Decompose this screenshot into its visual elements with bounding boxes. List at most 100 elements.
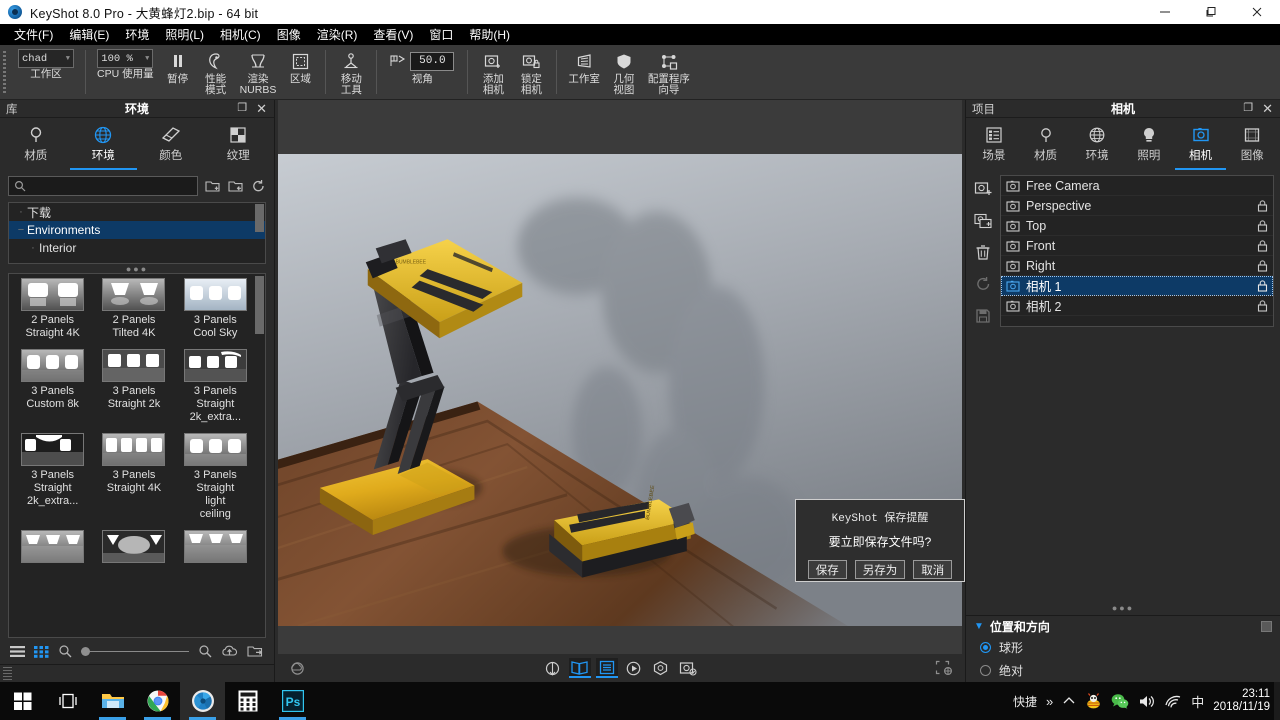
config-wizard-button[interactable]: 配置程序 向导 — [645, 49, 693, 96]
save-as-button[interactable]: 另存为 — [855, 560, 906, 579]
performance-mode-button[interactable]: 性能 模式 — [199, 49, 233, 96]
library-grid-scrollbar[interactable] — [255, 276, 264, 334]
undock-icon[interactable]: ❐ — [1243, 103, 1253, 114]
studio-button[interactable]: 工作室 — [565, 49, 603, 85]
list-item[interactable]: 3 Panels Custom 8k — [13, 349, 92, 433]
list-item[interactable] — [13, 530, 92, 563]
status-grip[interactable] — [3, 667, 12, 681]
menu-edit[interactable]: 编辑(E) — [61, 24, 117, 45]
move-tool-button[interactable]: 移动 工具 — [334, 49, 368, 96]
pause-button[interactable]: 暂停 — [161, 49, 195, 85]
camera-flip-button[interactable] — [542, 658, 564, 678]
chevron-up-icon[interactable] — [1062, 695, 1076, 707]
menu-environment[interactable]: 环境 — [117, 24, 157, 45]
file-explorer-icon[interactable] — [90, 682, 135, 720]
lock-camera-button[interactable]: 锁定 相机 — [514, 49, 548, 96]
section-header[interactable]: ▼ 位置和方向 — [966, 616, 1280, 636]
tab-texture[interactable]: 纹理 — [205, 118, 273, 170]
chrome-icon[interactable] — [135, 682, 180, 720]
zoom-in-icon[interactable] — [198, 644, 212, 658]
show-desktop-button[interactable] — [1274, 682, 1280, 720]
grid-view-icon[interactable] — [34, 645, 49, 658]
table-row[interactable]: Top — [1001, 216, 1273, 236]
delete-camera-icon[interactable] — [975, 241, 991, 263]
region-button[interactable]: 区域 — [283, 49, 317, 85]
volume-icon[interactable] — [1138, 694, 1155, 709]
tree-node-interior[interactable]: · Interior — [9, 239, 265, 257]
list-item[interactable]: 2 Panels Straight 4K — [13, 278, 92, 349]
project-splitter-handle[interactable]: ●●● — [966, 603, 1280, 613]
lock-icon[interactable] — [1257, 280, 1268, 292]
ime-indicator[interactable]: 中 — [1191, 692, 1204, 711]
tab-material[interactable]: 材质 — [1020, 118, 1072, 170]
add-camera-icon[interactable] — [974, 177, 993, 199]
radio-button[interactable] — [980, 642, 991, 653]
toolbar-grip[interactable] — [0, 49, 9, 95]
windows-start-icon[interactable] — [0, 682, 45, 720]
tab-lighting[interactable]: 照明 — [1123, 118, 1175, 170]
toggle-library-button[interactable] — [569, 658, 591, 678]
fov-control[interactable]: 50.0 视角 — [385, 49, 459, 85]
section-toggle-box[interactable] — [1261, 621, 1272, 632]
list-item[interactable]: 3 Panels Straight 2k_extra... — [176, 349, 255, 433]
list-item[interactable]: 2 Panels Tilted 4K — [94, 278, 173, 349]
tab-image[interactable]: 图像 — [1226, 118, 1278, 170]
keyshot-icon[interactable] — [180, 682, 225, 720]
slider-knob[interactable] — [81, 647, 90, 656]
list-item[interactable]: 3 Panels Straight light ceiling — [176, 433, 255, 530]
table-row[interactable]: Free Camera — [1001, 176, 1273, 196]
lock-icon[interactable] — [1257, 240, 1268, 252]
calculator-icon[interactable] — [225, 682, 270, 720]
cpu-usage-combo[interactable]: 100 % ▼ — [97, 49, 153, 68]
table-row[interactable]: 相机 1 — [1001, 276, 1273, 296]
workspace-control[interactable]: chad ▼ 工作区 — [15, 49, 77, 80]
lock-icon[interactable] — [1257, 220, 1268, 232]
tree-scrollbar[interactable] — [255, 204, 264, 232]
tab-camera[interactable]: 相机 — [1175, 118, 1227, 170]
geometry-view-button[interactable]: 几何 视图 — [607, 49, 641, 96]
photoshop-icon[interactable]: Ps — [270, 682, 315, 720]
lock-icon[interactable] — [1257, 300, 1268, 312]
render-camera-button[interactable] — [677, 658, 699, 678]
table-row[interactable]: 相机 2 — [1001, 296, 1273, 316]
lock-icon[interactable] — [1257, 260, 1268, 272]
list-item[interactable]: 3 Panels Straight 4K — [94, 433, 173, 530]
menu-image[interactable]: 图像 — [269, 24, 309, 45]
undock-icon[interactable]: ❐ — [237, 103, 247, 114]
lock-icon[interactable] — [1257, 200, 1268, 212]
table-row[interactable]: Front — [1001, 236, 1273, 256]
table-row[interactable]: Perspective — [1001, 196, 1273, 216]
screenshot-region-icon[interactable] — [935, 660, 953, 676]
tray-shortcut-label[interactable]: 快捷 — [1013, 693, 1037, 710]
save-camera-icon[interactable] — [975, 305, 991, 327]
panel-splitter-handle[interactable]: ●●● — [0, 264, 274, 273]
search-input[interactable] — [31, 180, 192, 192]
wechat-icon[interactable] — [1111, 693, 1129, 709]
save-reminder-dialog[interactable]: KeyShot 保存提醒 要立即保存文件吗? 保存 另存为 取消 — [795, 499, 965, 582]
fov-value[interactable]: 50.0 — [410, 52, 454, 71]
thunder-app-icon[interactable] — [1085, 693, 1102, 709]
thumbnail-size-slider[interactable] — [81, 646, 189, 656]
minimize-button[interactable] — [1142, 0, 1188, 24]
menu-camera[interactable]: 相机(C) — [212, 24, 269, 45]
close-icon[interactable]: ✕ — [256, 102, 267, 115]
wifi-icon[interactable] — [1164, 694, 1182, 709]
tab-environment[interactable]: 环境 — [70, 118, 138, 170]
menu-help[interactable]: 帮助(H) — [461, 24, 518, 45]
tree-node-environments[interactable]: − Environments — [9, 221, 265, 239]
menu-view[interactable]: 查看(V) — [365, 24, 421, 45]
tab-material[interactable]: 材质 — [2, 118, 70, 170]
maximize-button[interactable] — [1188, 0, 1234, 24]
tab-scene[interactable]: 场景 — [968, 118, 1020, 170]
tab-color[interactable]: 颜色 — [137, 118, 205, 170]
menu-file[interactable]: 文件(F) — [6, 24, 61, 45]
task-view-icon[interactable] — [45, 682, 90, 720]
close-button[interactable] — [1234, 0, 1280, 24]
radio-button[interactable] — [980, 665, 991, 676]
list-view-icon[interactable] — [10, 645, 25, 658]
tray-overflow-icon[interactable]: » — [1046, 694, 1053, 709]
cloud-render-icon[interactable] — [289, 661, 306, 676]
animation-button[interactable] — [623, 658, 645, 678]
add-camera-button[interactable]: 添加 相机 — [476, 49, 510, 96]
reset-camera-icon[interactable] — [975, 273, 992, 295]
